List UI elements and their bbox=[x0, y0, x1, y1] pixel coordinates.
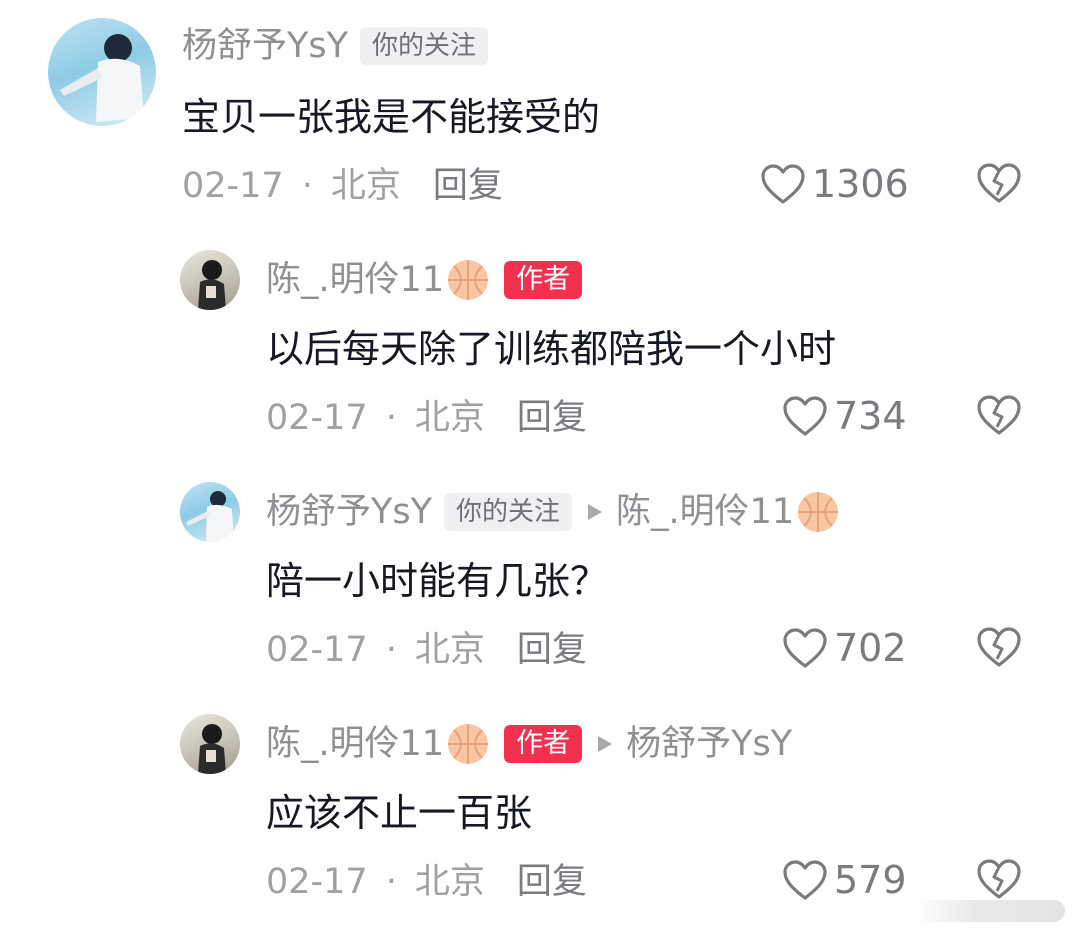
comment-date: 02-17 bbox=[266, 862, 368, 902]
reply-button[interactable]: 回复 bbox=[433, 166, 503, 206]
comment-location: 北京 bbox=[330, 166, 401, 206]
username[interactable]: 杨舒予YsY bbox=[266, 492, 432, 532]
avatar[interactable] bbox=[180, 250, 240, 310]
basketball-emoji-icon bbox=[448, 260, 489, 300]
reply-to-username[interactable]: 陈_.明伶11 bbox=[616, 492, 794, 532]
username[interactable]: 杨舒予YsY bbox=[182, 26, 348, 66]
like-count: 1306 bbox=[812, 162, 909, 206]
following-badge: 你的关注 bbox=[444, 493, 573, 531]
following-badge: 你的关注 bbox=[360, 27, 489, 65]
username[interactable]: 陈_.明伶11 bbox=[266, 260, 444, 300]
basketball-emoji-icon bbox=[798, 492, 839, 532]
meta-separator: · bbox=[301, 166, 313, 206]
reply-button[interactable]: 回复 bbox=[517, 862, 587, 902]
like-button[interactable]: 1306 bbox=[760, 162, 909, 206]
reply-button[interactable]: 回复 bbox=[517, 630, 587, 670]
like-count: 702 bbox=[834, 626, 907, 670]
comment-meta: 02-17 · 北京 回复 bbox=[182, 166, 503, 206]
meta-separator: · bbox=[385, 398, 397, 438]
triangle-right-icon bbox=[598, 736, 613, 752]
comment-header: 杨舒予YsY 你的关注 陈_.明伶11 bbox=[266, 490, 840, 534]
comment-location: 北京 bbox=[414, 398, 485, 438]
heart-outline-icon bbox=[783, 396, 827, 436]
broken-heart-icon bbox=[977, 859, 1021, 899]
dislike-button[interactable] bbox=[976, 858, 1022, 904]
meta-separator: · bbox=[385, 630, 397, 670]
dislike-button[interactable] bbox=[976, 394, 1022, 440]
broken-heart-icon bbox=[977, 395, 1021, 435]
like-button[interactable]: 734 bbox=[782, 394, 907, 438]
avatar[interactable] bbox=[48, 18, 156, 126]
like-button[interactable]: 579 bbox=[782, 858, 907, 902]
like-button[interactable]: 702 bbox=[782, 626, 907, 670]
comment-header: 陈_.明伶11 作者 杨舒予YsY bbox=[266, 722, 792, 766]
meta-separator: · bbox=[385, 862, 397, 902]
comment-location: 北京 bbox=[414, 862, 485, 902]
avatar[interactable] bbox=[180, 482, 240, 542]
comment-date: 02-17 bbox=[182, 166, 284, 206]
basketball-emoji-icon bbox=[448, 724, 489, 764]
comment-date: 02-17 bbox=[266, 398, 368, 438]
comment-text[interactable]: 以后每天除了训练都陪我一个小时 bbox=[266, 326, 836, 372]
heart-outline-icon bbox=[761, 164, 805, 204]
like-count: 579 bbox=[834, 858, 907, 902]
dislike-button[interactable] bbox=[976, 162, 1022, 208]
comment-header: 杨舒予YsY 你的关注 bbox=[182, 26, 489, 66]
comment-location: 北京 bbox=[414, 630, 485, 670]
watermark-overlay bbox=[915, 900, 1065, 922]
triangle-right-icon bbox=[588, 504, 603, 520]
comment-meta: 02-17 · 北京 回复 bbox=[266, 630, 587, 670]
comment-text[interactable]: 陪一小时能有几张？ bbox=[266, 558, 608, 604]
comment-text[interactable]: 宝贝一张我是不能接受的 bbox=[182, 94, 600, 140]
comment-header: 陈_.明伶11 作者 bbox=[266, 258, 583, 302]
author-badge: 作者 bbox=[504, 725, 583, 763]
author-badge: 作者 bbox=[504, 261, 583, 299]
dislike-button[interactable] bbox=[976, 626, 1022, 672]
heart-outline-icon bbox=[783, 628, 827, 668]
broken-heart-icon bbox=[977, 627, 1021, 667]
reply-to-username[interactable]: 杨舒予YsY bbox=[626, 724, 792, 764]
like-count: 734 bbox=[834, 394, 907, 438]
broken-heart-icon bbox=[977, 163, 1021, 203]
reply-button[interactable]: 回复 bbox=[517, 398, 587, 438]
username[interactable]: 陈_.明伶11 bbox=[266, 724, 444, 764]
comment-text[interactable]: 应该不止一百张 bbox=[266, 790, 532, 836]
comment-meta: 02-17 · 北京 回复 bbox=[266, 398, 587, 438]
comment-meta: 02-17 · 北京 回复 bbox=[266, 862, 587, 902]
avatar[interactable] bbox=[180, 714, 240, 774]
heart-outline-icon bbox=[783, 860, 827, 900]
comment-date: 02-17 bbox=[266, 630, 368, 670]
